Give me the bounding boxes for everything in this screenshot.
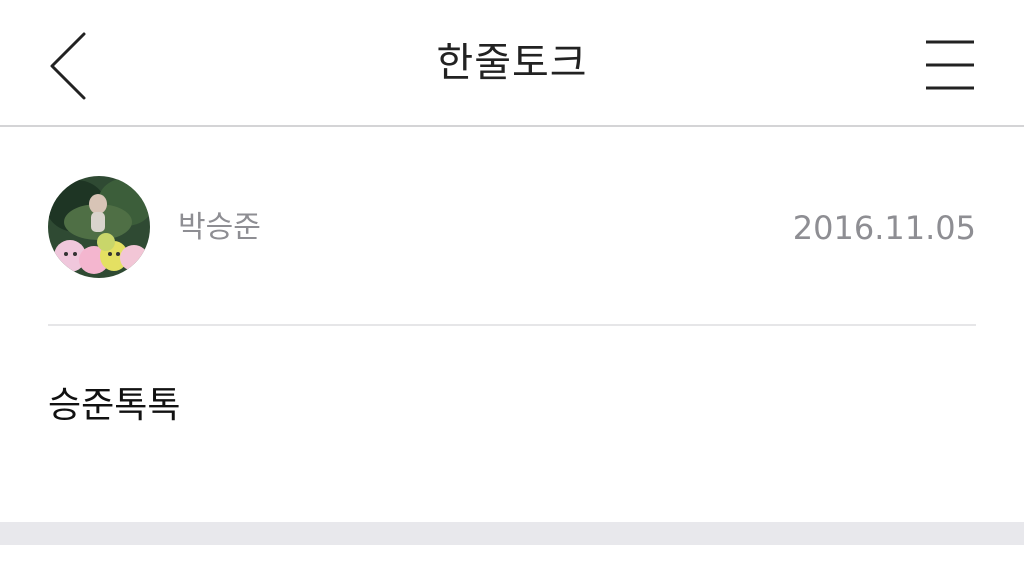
page-title: 한줄토크 <box>436 40 588 86</box>
screen: 한줄토크 박승준 2016.11.05 승준톡톡 <box>0 0 1024 577</box>
author-name: 박승준 <box>178 210 261 245</box>
post-date: 2016.11.05 <box>792 209 976 247</box>
menu-button[interactable] <box>918 34 982 98</box>
nav-bar: 한줄토크 <box>0 0 1024 127</box>
user-avatar-image <box>48 176 150 278</box>
post-meta-row: 박승준 2016.11.05 <box>48 176 976 278</box>
chevron-left-icon <box>50 32 86 100</box>
back-button[interactable] <box>40 28 100 104</box>
avatar[interactable] <box>48 176 150 278</box>
post-body-text: 승준톡톡 <box>48 385 181 426</box>
hamburger-menu-icon <box>926 40 974 90</box>
divider <box>48 324 976 326</box>
bottom-area <box>0 545 1024 577</box>
section-separator <box>0 522 1024 545</box>
